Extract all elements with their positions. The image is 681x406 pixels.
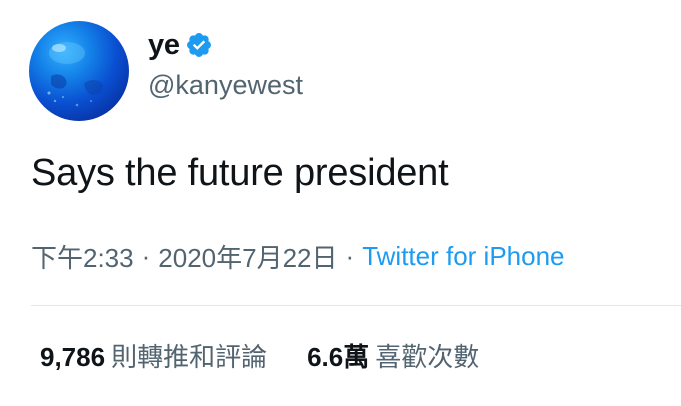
display-name[interactable]: ye — [148, 29, 180, 62]
name-row: ye — [148, 28, 213, 62]
meta-separator: · — [141, 241, 151, 271]
likes-count: 6.6萬 — [307, 342, 370, 372]
tweet-text: Says the future president — [31, 152, 449, 194]
tweet-card: ye @kanyewest Says the future president … — [0, 0, 681, 406]
retweets-count: 9,786 — [40, 342, 106, 372]
user-handle[interactable]: @kanyewest — [148, 70, 303, 101]
likes-label: 喜歡次數 — [375, 342, 480, 372]
divider — [31, 305, 681, 306]
globe-icon — [47, 42, 103, 107]
meta-separator: · — [345, 241, 355, 271]
tweet-source-link[interactable]: Twitter for iPhone — [362, 241, 564, 272]
likes-stat[interactable]: 6.6萬 喜歡次數 — [307, 337, 479, 374]
tweet-time[interactable]: 下午2:33 — [31, 238, 134, 275]
tweet-meta: 下午2:33 · 2020年7月22日 · Twitter for iPhone — [31, 238, 565, 275]
avatar[interactable] — [29, 21, 129, 121]
retweets-stat[interactable]: 9,786 則轉推和評論 — [40, 337, 267, 374]
retweets-label: 則轉推和評論 — [111, 342, 268, 372]
tweet-date[interactable]: 2020年7月22日 — [158, 238, 337, 275]
tweet-stats: 9,786 則轉推和評論 6.6萬 喜歡次數 — [40, 337, 479, 374]
verified-badge-icon — [185, 31, 213, 59]
